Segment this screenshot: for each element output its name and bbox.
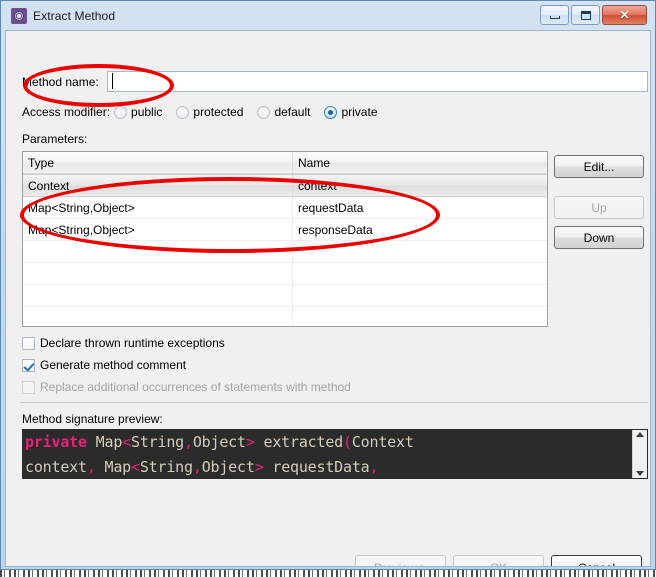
- dialog-client-area: Method name: Access modifier: public pro…: [5, 30, 651, 567]
- section-divider: [20, 402, 648, 403]
- cell-type: Context: [23, 175, 293, 196]
- checkbox-replace-additional-occurrences: Replace additional occurrences of statem…: [22, 380, 351, 394]
- cell-empty: [293, 307, 547, 326]
- checkbox-label: Replace additional occurrences of statem…: [40, 380, 351, 394]
- access-modifier-options: public protected default private: [114, 105, 391, 119]
- table-row-empty: [23, 241, 547, 263]
- column-header-type[interactable]: Type: [23, 152, 293, 173]
- title-bar[interactable]: Extract Method ✕: [5, 1, 651, 30]
- window-controls: ✕: [540, 5, 647, 25]
- text-caret: [112, 73, 113, 89]
- cell-name: context: [298, 178, 337, 193]
- table-header-row: Type Name: [23, 152, 547, 174]
- access-modifier-row: Access modifier: public protected defaul…: [22, 105, 392, 119]
- checkbox-indicator: [22, 336, 35, 350]
- radio-protected[interactable]: protected: [176, 105, 243, 119]
- table-row[interactable]: Map<String,Object> responseData: [23, 219, 547, 241]
- signature-keyword: private: [25, 433, 87, 451]
- edit-parameter-button[interactable]: Edit...: [554, 155, 644, 178]
- signature-line2: context, Map<String,Object> requestData,: [25, 458, 379, 476]
- checkbox-declare-thrown-runtime-exceptions[interactable]: Declare thrown runtime exceptions: [22, 336, 225, 350]
- close-button[interactable]: ✕: [602, 5, 647, 25]
- radio-protected-label: protected: [193, 105, 244, 119]
- background-desktop-strip: [0, 570, 656, 577]
- radio-default[interactable]: default: [257, 105, 310, 119]
- cell-type: Map<String,Object>: [23, 197, 293, 218]
- radio-public-label: public: [131, 105, 163, 119]
- move-parameter-up-button[interactable]: Up: [554, 196, 644, 219]
- table-row[interactable]: Map<String,Object> requestData: [23, 197, 547, 219]
- maximize-button[interactable]: [571, 5, 600, 25]
- method-name-input[interactable]: [106, 71, 648, 92]
- background-noise: [0, 570, 656, 577]
- signature-preview-label: Method signature preview:: [22, 412, 163, 426]
- signature-preview-code: private Map<String,Object> extracted(Con…: [23, 430, 632, 478]
- table-row-empty: [23, 263, 547, 285]
- cell-empty: [23, 285, 293, 306]
- refactor-gear-icon: [11, 7, 27, 24]
- radio-protected-indicator: [176, 105, 190, 119]
- ok-button[interactable]: OK: [453, 555, 544, 566]
- method-name-row: Method name:: [22, 71, 648, 92]
- cell-empty: [23, 307, 293, 326]
- radio-public-indicator: [114, 105, 128, 119]
- checkbox-generate-method-comment[interactable]: Generate method comment: [22, 358, 186, 372]
- radio-private-indicator: [324, 105, 338, 119]
- access-modifier-label: Access modifier:: [22, 105, 111, 119]
- cell-empty: [293, 285, 547, 306]
- radio-default-label: default: [274, 105, 311, 119]
- minimize-button[interactable]: [540, 5, 569, 25]
- radio-public[interactable]: public: [114, 105, 162, 119]
- parameters-table[interactable]: Type Name Context context Map<String,Obj…: [22, 151, 548, 327]
- cell-name: responseData: [298, 222, 373, 237]
- checkbox-label: Generate method comment: [40, 358, 187, 372]
- move-parameter-down-button[interactable]: Down: [554, 226, 644, 249]
- close-icon: ✕: [619, 8, 630, 22]
- scroll-up-icon[interactable]: [636, 432, 644, 437]
- table-row-empty: [23, 285, 547, 307]
- cell-name: requestData: [298, 200, 364, 215]
- window-title: Extract Method: [33, 8, 116, 23]
- signature-line1-rest: Map<String,Object> extracted(Context: [86, 433, 414, 451]
- radio-private[interactable]: private: [324, 105, 378, 119]
- table-row-empty: [23, 307, 547, 326]
- checkbox-indicator: [22, 358, 35, 372]
- cell-empty: [23, 263, 293, 284]
- method-name-label: Method name:: [22, 74, 99, 89]
- scroll-down-icon[interactable]: [636, 471, 644, 476]
- parameters-label: Parameters:: [22, 132, 88, 146]
- preview-button[interactable]: Preview >: [355, 555, 446, 566]
- radio-private-label: private: [341, 105, 378, 119]
- table-row[interactable]: Context context: [23, 174, 547, 197]
- extract-method-dialog: Extract Method ✕ Method name: Access mod…: [0, 0, 656, 570]
- cell-empty: [293, 241, 547, 262]
- maximize-icon: [572, 6, 599, 24]
- minimize-icon: [541, 6, 568, 24]
- radio-default-indicator: [257, 105, 271, 119]
- cancel-button[interactable]: Cancel: [551, 555, 642, 566]
- signature-preview-scrollbar[interactable]: [632, 430, 647, 478]
- cell-empty: [293, 263, 547, 284]
- cell-type: Map<String,Object>: [23, 219, 293, 240]
- column-header-name[interactable]: Name: [293, 152, 547, 173]
- checkbox-label: Declare thrown runtime exceptions: [40, 336, 225, 350]
- cell-empty: [23, 241, 293, 262]
- checkbox-indicator: [22, 380, 35, 394]
- signature-preview-box: private Map<String,Object> extracted(Con…: [22, 429, 648, 479]
